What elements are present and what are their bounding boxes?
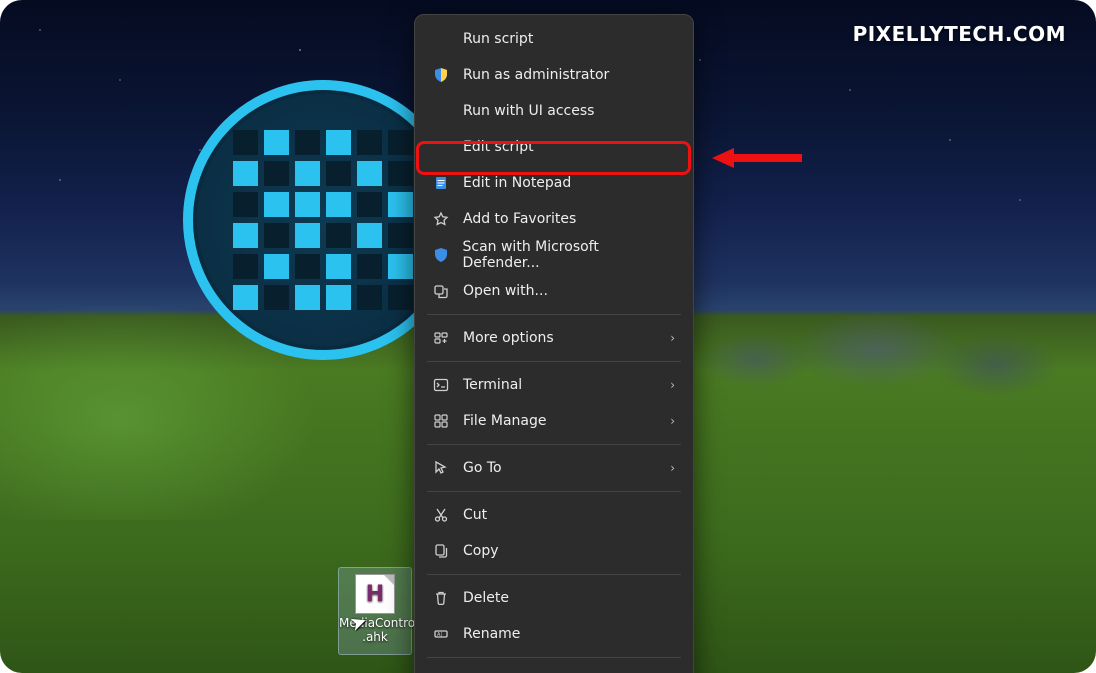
desktop-icon-label-line1: MediaControl bbox=[339, 616, 411, 630]
menu-item-label: Go To bbox=[463, 460, 502, 476]
menu-item-label: Cut bbox=[463, 507, 487, 523]
menu-item-label: File Manage bbox=[463, 413, 547, 429]
menu-separator bbox=[427, 444, 681, 445]
menu-item-label: Run with UI access bbox=[463, 103, 594, 119]
desktop-icon-label-line2: .ahk bbox=[339, 630, 411, 644]
chevron-right-icon: › bbox=[670, 378, 675, 392]
cut-icon bbox=[431, 505, 451, 525]
chevron-right-icon: › bbox=[670, 461, 675, 475]
menu-item-label: Rename bbox=[463, 626, 520, 642]
menu-item-file-manage[interactable]: File Manage › bbox=[419, 403, 689, 439]
chevron-right-icon: › bbox=[670, 414, 675, 428]
menu-separator bbox=[427, 314, 681, 315]
menu-item-label: More options bbox=[463, 330, 554, 346]
star-icon bbox=[431, 209, 451, 229]
rename-icon: A| bbox=[431, 624, 451, 644]
chevron-right-icon: › bbox=[670, 331, 675, 345]
svg-text:A|: A| bbox=[437, 632, 442, 638]
context-menu: Run script Run as administrator Run with U… bbox=[414, 14, 694, 673]
menu-item-scan-defender[interactable]: Scan with Microsoft Defender... bbox=[419, 237, 689, 273]
pointer-icon bbox=[431, 458, 451, 478]
menu-item-properties[interactable]: Properties bbox=[419, 663, 689, 673]
menu-item-add-favorites[interactable]: Add to Favorites bbox=[419, 201, 689, 237]
defender-icon bbox=[431, 245, 451, 265]
menu-item-terminal[interactable]: Terminal › bbox=[419, 367, 689, 403]
notepad-icon bbox=[431, 173, 451, 193]
menu-item-label: Terminal bbox=[463, 377, 522, 393]
menu-item-label: Delete bbox=[463, 590, 509, 606]
menu-item-go-to[interactable]: Go To › bbox=[419, 450, 689, 486]
menu-item-run-script[interactable]: Run script bbox=[419, 21, 689, 57]
menu-item-run-as-admin[interactable]: Run as administrator bbox=[419, 57, 689, 93]
menu-item-copy[interactable]: Copy bbox=[419, 533, 689, 569]
trash-icon bbox=[431, 588, 451, 608]
menu-item-rename[interactable]: A| Rename bbox=[419, 616, 689, 652]
menu-item-label: Run as administrator bbox=[463, 67, 609, 83]
menu-item-run-ui-access[interactable]: Run with UI access bbox=[419, 93, 689, 129]
terminal-icon bbox=[431, 375, 451, 395]
openwith-icon bbox=[431, 281, 451, 301]
menu-item-label: Scan with Microsoft Defender... bbox=[463, 239, 676, 271]
desktop-wallpaper: PIXELLYTECH.COM H MediaControl .ahk ➤ Ru… bbox=[0, 0, 1096, 673]
desktop-icon-mediacontrol[interactable]: H MediaControl .ahk bbox=[338, 567, 412, 655]
menu-item-cut[interactable]: Cut bbox=[419, 497, 689, 533]
menu-item-label: Edit script bbox=[463, 139, 534, 155]
ahk-file-icon: H bbox=[355, 574, 395, 614]
menu-item-open-with[interactable]: Open with... bbox=[419, 273, 689, 309]
grid-icon bbox=[431, 411, 451, 431]
menu-separator bbox=[427, 574, 681, 575]
shield-icon bbox=[431, 65, 451, 85]
copy-icon bbox=[431, 541, 451, 561]
menu-separator bbox=[427, 657, 681, 658]
menu-item-delete[interactable]: Delete bbox=[419, 580, 689, 616]
menu-separator bbox=[427, 361, 681, 362]
watermark-text: PIXELLYTECH.COM bbox=[853, 22, 1066, 46]
clouds bbox=[676, 280, 1096, 430]
menu-item-edit-in-notepad[interactable]: Edit in Notepad bbox=[419, 165, 689, 201]
menu-item-label: Run script bbox=[463, 31, 533, 47]
menu-item-label: Open with... bbox=[463, 283, 548, 299]
menu-item-more-options[interactable]: More options › bbox=[419, 320, 689, 356]
menu-item-label: Copy bbox=[463, 543, 499, 559]
menu-item-edit-script[interactable]: Edit script bbox=[419, 129, 689, 165]
menu-separator bbox=[427, 491, 681, 492]
menu-item-label: Edit in Notepad bbox=[463, 175, 571, 191]
more-icon bbox=[431, 328, 451, 348]
menu-item-label: Add to Favorites bbox=[463, 211, 576, 227]
